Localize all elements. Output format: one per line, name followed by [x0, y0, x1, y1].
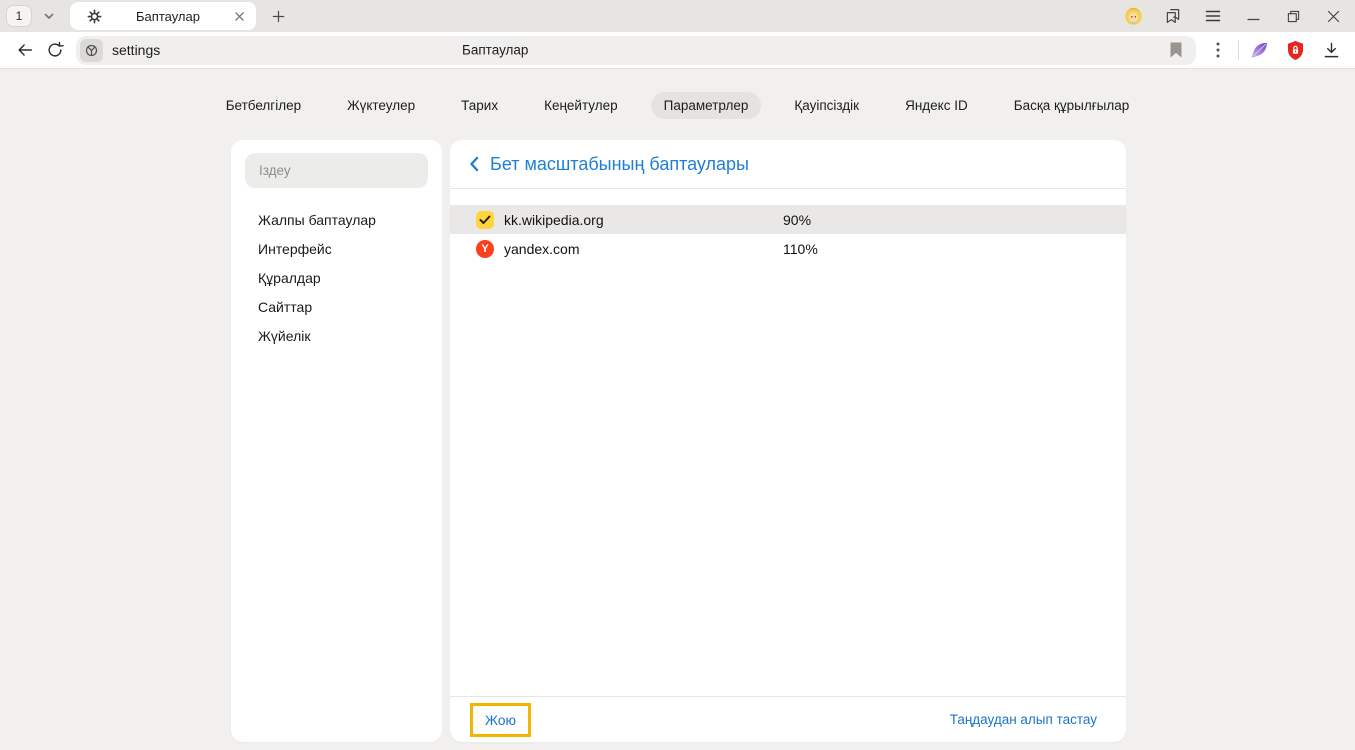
window-minimize-button[interactable] [1233, 0, 1273, 32]
tab-counter-button[interactable]: 1 [6, 5, 32, 27]
bookmark-flag-icon[interactable] [1169, 42, 1183, 58]
panel-spacer [450, 263, 1126, 696]
downloads-button[interactable] [1313, 35, 1349, 65]
nav-tab-security[interactable]: Қауіпсіздік [781, 92, 872, 119]
kebab-menu-icon [1216, 42, 1220, 58]
sidebar-item-sites[interactable]: Сайттар [231, 292, 442, 321]
site-checkbox-checked[interactable] [476, 211, 494, 229]
sidebar-item-interface[interactable]: Интерфейс [231, 234, 442, 263]
addressbar-actions [1200, 35, 1349, 65]
panel-header: Бет масштабының баптаулары [450, 140, 1126, 189]
tab-list-chevron-button[interactable] [36, 5, 62, 27]
omnibox[interactable]: settings Баптаулар [76, 36, 1196, 65]
search-input[interactable] [259, 163, 414, 178]
delete-button[interactable]: Жою [470, 703, 531, 737]
menu-button[interactable] [1193, 0, 1233, 32]
nav-tab-bookmarks[interactable]: Бетбелгілер [213, 92, 314, 119]
feather-icon [1249, 40, 1269, 60]
tab-counter-value: 1 [16, 9, 23, 23]
omnibox-more-button[interactable] [1200, 35, 1236, 65]
extension-button[interactable] [1241, 35, 1277, 65]
sidebar-items: Жалпы баптаулар Интерфейс Құралдар Сайтт… [231, 205, 442, 350]
profile-avatar[interactable] [1113, 0, 1153, 32]
yandex-favicon: Y [476, 240, 494, 258]
omnibox-page-title: Баптаулар [462, 43, 528, 58]
site-zoom-value: 90% [783, 212, 811, 228]
active-tab[interactable]: Баптаулар [70, 2, 256, 30]
plus-icon [271, 9, 286, 24]
sidebar-item-general[interactable]: Жалпы баптаулар [231, 205, 442, 234]
nav-tab-history[interactable]: Тарих [448, 92, 511, 119]
nav-tab-extensions[interactable]: Кеңейтулер [531, 92, 631, 119]
settings-sidebar: Жалпы баптаулар Интерфейс Құралдар Сайтт… [231, 140, 442, 742]
tab-close-icon[interactable] [234, 11, 245, 22]
reload-icon [46, 41, 64, 59]
site-zoom-value: 110% [783, 241, 818, 257]
sidebar-item-tools[interactable]: Құралдар [231, 263, 442, 292]
nav-tab-downloads[interactable]: Жүктеулер [334, 92, 428, 119]
site-domain: kk.wikipedia.org [504, 212, 783, 228]
hamburger-menu-icon [1205, 9, 1221, 23]
restore-icon [1287, 10, 1300, 23]
tabs-panel-button[interactable] [1153, 0, 1193, 32]
download-icon [1323, 42, 1340, 59]
site-domain: yandex.com [504, 241, 783, 257]
page-title[interactable]: Бет масштабының баптаулары [490, 154, 749, 175]
table-row[interactable]: Y yandex.com 110% [450, 234, 1126, 263]
gear-icon [87, 9, 102, 24]
tabs-panel-icon [1164, 7, 1182, 25]
back-button[interactable] [10, 35, 40, 65]
window-restore-button[interactable] [1273, 0, 1313, 32]
deselect-all-link[interactable]: Таңдаудан алып тастау [950, 712, 1097, 727]
window-close-button[interactable] [1313, 0, 1353, 32]
browser-tab-bar: 1 Баптаулар [0, 0, 1355, 32]
nav-tab-other-devices[interactable]: Басқа құрылғылар [1001, 92, 1143, 119]
table-row[interactable]: kk.wikipedia.org 90% [450, 205, 1126, 234]
url-text: settings [112, 42, 160, 58]
sidebar-item-system[interactable]: Жүйелік [231, 321, 442, 350]
address-bar: settings Баптаулар [0, 32, 1355, 69]
chevron-down-icon [43, 10, 55, 22]
minimize-icon [1247, 10, 1260, 23]
sidebar-search[interactable] [245, 153, 428, 188]
toolbar-divider [1238, 40, 1239, 60]
yandex-browser-logo-icon [84, 43, 99, 58]
back-arrow-icon [16, 41, 34, 59]
site-zoom-list: kk.wikipedia.org 90% Y yandex.com 110% [450, 205, 1126, 263]
back-chevron-icon[interactable] [469, 156, 479, 172]
shield-lock-icon [1286, 40, 1305, 61]
protect-button[interactable] [1277, 35, 1313, 65]
settings-nav-tabs: Бетбелгілер Жүктеулер Тарих Кеңейтулер П… [0, 89, 1355, 121]
nav-tab-settings[interactable]: Параметрлер [651, 92, 762, 119]
close-icon [1327, 10, 1340, 23]
tabbar-right-controls [1113, 0, 1353, 32]
tab-title: Баптаулар [102, 9, 234, 24]
panel-footer: Жою Таңдаудан алып тастау [450, 696, 1126, 742]
reload-button[interactable] [40, 35, 70, 65]
site-badge[interactable] [80, 39, 103, 62]
new-tab-button[interactable] [265, 3, 291, 29]
nav-tab-yandex-id[interactable]: Яндекс ID [892, 92, 981, 119]
page-zoom-settings-panel: Бет масштабының баптаулары kk.wikipedia.… [450, 140, 1126, 742]
